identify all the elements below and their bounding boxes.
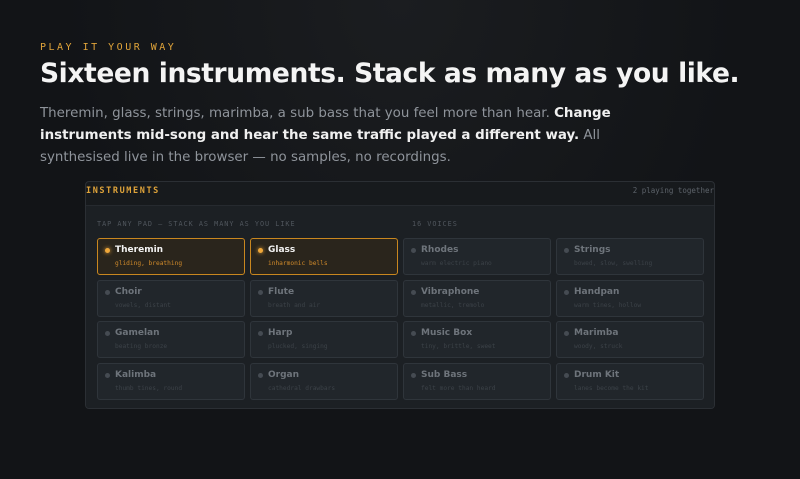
instrument-pad[interactable]: Choir vowels, distant [97, 279, 245, 317]
pad-indicator-icon [564, 331, 569, 336]
pad-name: Drum Kit [574, 369, 620, 380]
pad-indicator-icon [105, 248, 110, 253]
instrument-pad[interactable]: Vibraphone metallic, tremolo [403, 279, 551, 317]
pad-indicator-icon [258, 248, 263, 253]
pad-indicator-icon [411, 372, 416, 378]
pad-description: plucked, singing [268, 343, 328, 350]
pad-description: metallic, tremolo [421, 301, 485, 309]
instrument-pad[interactable]: Handpan warm tines, hollow [556, 279, 704, 317]
pad-indicator-icon [258, 289, 263, 295]
pad-indicator-icon [411, 289, 416, 295]
hero-description: Theremin, glass, strings, marimba, a sub… [40, 103, 680, 169]
pad-indicator-icon [564, 248, 569, 253]
pad-name: Theremin [115, 245, 164, 255]
pad-name: Harp [268, 328, 293, 338]
instrument-grid: Theremin gliding, breathing Glass inharmoni… [97, 238, 704, 400]
pad-indicator-icon [258, 331, 263, 336]
pad-description: warm tines, hollow [574, 301, 642, 309]
pad-name: Gamelan [115, 328, 160, 338]
pad-description: inharmonic bells [268, 260, 328, 267]
instruments-panel: INSTRUMENTS 2 playing together TAP ANY P… [85, 181, 715, 409]
pad-name: Flute [268, 286, 295, 297]
pad-description: tiny, brittle, sweet [421, 343, 496, 350]
pad-description: beating bronze [115, 343, 168, 350]
instrument-pad[interactable]: Glass inharmonic bells [250, 238, 398, 275]
pad-description: felt more than heard [421, 384, 496, 392]
instrument-pad[interactable]: Harp plucked, singing [250, 321, 398, 358]
pad-name: Handpan [574, 286, 620, 297]
instrument-pad[interactable]: Strings bowed, slow, swelling [556, 238, 704, 275]
pad-name: Rhodes [421, 245, 459, 255]
pad-indicator-icon [105, 289, 110, 295]
pad-description: vowels, distant [115, 301, 171, 309]
pad-name: Vibraphone [421, 286, 480, 297]
instrument-pad[interactable]: Drum Kit lanes become the kit [556, 362, 704, 400]
pad-description: warm electric piano [421, 260, 492, 267]
pad-name: Music Box [421, 328, 473, 338]
pad-description: thumb tines, round [115, 384, 183, 392]
pad-description: cathedral drawbars [268, 384, 336, 392]
pad-name: Kalimba [115, 369, 157, 380]
section-eyebrow: PLAY IT YOUR WAY [40, 42, 177, 53]
page-headline: Sixteen instruments. Stack as many as yo… [40, 58, 740, 89]
pad-name: Choir [115, 286, 142, 297]
pad-description: gliding, breathing [115, 260, 183, 267]
instrument-pad[interactable]: Kalimba thumb tines, round [97, 362, 245, 400]
instrument-pad[interactable]: Gamelan beating bronze [97, 321, 245, 358]
pad-indicator-icon [564, 372, 569, 378]
pad-name: Marimba [574, 328, 619, 338]
instrument-pad[interactable]: Sub Bass felt more than heard [403, 362, 551, 400]
instrument-pad[interactable]: Music Box tiny, brittle, sweet [403, 321, 551, 358]
pad-description: bowed, slow, swelling [574, 260, 653, 267]
instrument-pad[interactable]: Marimba woody, struck [556, 321, 704, 358]
voices-count: 16 VOICES [412, 220, 458, 228]
pad-name: Sub Bass [421, 369, 468, 380]
pad-name: Strings [574, 245, 611, 255]
pads-container: TAP ANY PAD — STACK AS MANY AS YOU LIKE … [86, 205, 714, 408]
pad-indicator-icon [105, 372, 110, 378]
panel-title: INSTRUMENTS [86, 186, 160, 196]
instrument-pad[interactable]: Rhodes warm electric piano [403, 238, 551, 275]
pad-name: Organ [268, 369, 300, 380]
pad-indicator-icon [411, 331, 416, 336]
pad-description: lanes become the kit [574, 384, 649, 392]
pad-indicator-icon [105, 331, 110, 336]
desc-intro: Theremin, glass, strings, marimba, a sub… [40, 106, 550, 121]
pad-description: breath and air [268, 301, 321, 309]
pad-hint: TAP ANY PAD — STACK AS MANY AS YOU LIKE [97, 220, 296, 228]
playing-status: 2 playing together [632, 186, 714, 195]
instrument-pad[interactable]: Flute breath and air [250, 279, 398, 317]
instrument-pad[interactable]: Theremin gliding, breathing [97, 238, 245, 275]
instrument-pad[interactable]: Organ cathedral drawbars [250, 362, 398, 400]
pad-indicator-icon [564, 289, 569, 295]
pad-indicator-icon [411, 248, 416, 253]
pad-description: woody, struck [574, 343, 623, 350]
pad-indicator-icon [258, 372, 263, 378]
pad-name: Glass [268, 245, 296, 255]
